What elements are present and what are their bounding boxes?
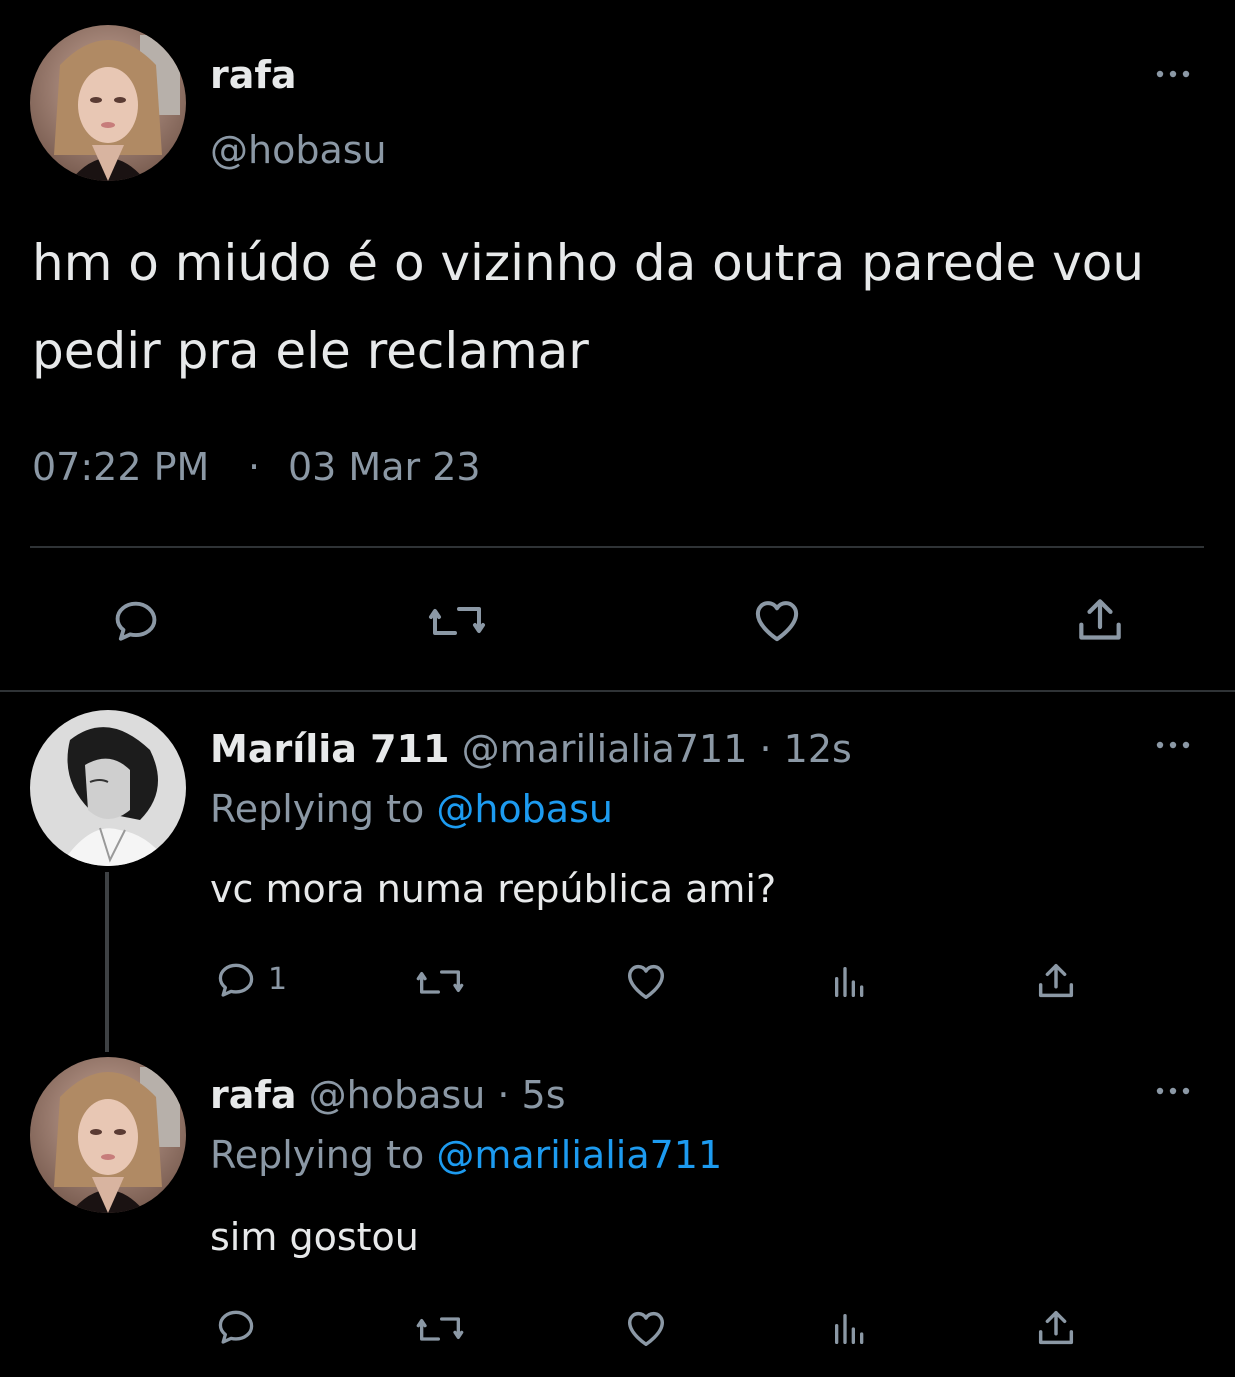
analytics-icon[interactable]: [828, 962, 872, 1002]
main-tweet-date[interactable]: 03 Mar 23: [288, 442, 481, 492]
main-tweet-separator: ·: [248, 445, 261, 489]
analytics-icon[interactable]: [828, 1309, 872, 1349]
reply-2-text: sim gostou: [210, 1215, 419, 1259]
main-tweet-time[interactable]: 07:22 PM: [32, 442, 209, 492]
avatar-photo-rafa: [30, 25, 186, 181]
like-icon[interactable]: [748, 593, 806, 647]
avatar-photo-marilia: [30, 710, 186, 866]
reply-2-more-options-icon[interactable]: [1153, 1079, 1193, 1103]
retweet-icon[interactable]: [425, 597, 489, 645]
reply-2-time[interactable]: · 5s: [497, 1073, 565, 1117]
reply-icon[interactable]: [213, 958, 259, 1002]
retweet-icon[interactable]: [412, 1309, 468, 1349]
avatar-photo-rafa: [30, 1057, 186, 1213]
section-divider: [0, 690, 1235, 692]
reply-1-avatar[interactable]: [30, 710, 186, 866]
tweet-thread-screen: { "main_tweet": { "display_name": "rafa"…: [0, 0, 1235, 1377]
main-tweet-display-name[interactable]: rafa: [210, 50, 297, 100]
like-icon[interactable]: [622, 1305, 670, 1351]
reply-1-replying-prefix: Replying to: [210, 787, 425, 831]
main-tweet-handle[interactable]: @hobasu: [210, 125, 387, 175]
reply-2-replying-prefix: Replying to: [210, 1133, 425, 1177]
reply-2-display-name[interactable]: rafa: [210, 1073, 297, 1117]
reply-2-replying-to: Replying to @marilialia711: [210, 1130, 722, 1180]
reply-2-handle[interactable]: @hobasu: [309, 1073, 486, 1117]
reply-1-reply-count: 1: [268, 962, 288, 997]
thread-connector-line: [105, 872, 109, 1052]
reply-1-replying-handle[interactable]: @hobasu: [436, 787, 613, 831]
reply-1-header: Marília 711 @marilialia711 · 12s: [210, 724, 852, 774]
more-options-icon[interactable]: [1153, 62, 1193, 86]
share-icon[interactable]: [1033, 958, 1079, 1004]
main-tweet-avatar[interactable]: [30, 25, 186, 181]
reply-1-replying-to: Replying to @hobasu: [210, 784, 613, 834]
reply-1-time[interactable]: · 12s: [759, 727, 851, 771]
share-icon[interactable]: [1033, 1305, 1079, 1351]
reply-1-display-name[interactable]: Marília 711: [210, 727, 449, 771]
main-tweet-text-line-2: pedir pra ele reclamar: [32, 322, 589, 380]
main-tweet-text-line-1: hm o miúdo é o vizinho da outra parede v…: [32, 234, 1145, 292]
reply-1-text: vc mora numa república ami?: [210, 867, 777, 911]
share-icon[interactable]: [1072, 592, 1128, 648]
reply-1-more-options-icon[interactable]: [1153, 733, 1193, 757]
reply-2-replying-handle[interactable]: @marilialia711: [436, 1133, 722, 1177]
reply-1-handle[interactable]: @marilialia711: [462, 727, 748, 771]
reply-2-header: rafa @hobasu · 5s: [210, 1070, 566, 1120]
main-tweet-divider: [30, 546, 1204, 548]
reply-icon[interactable]: [213, 1305, 259, 1349]
reply-icon[interactable]: [108, 595, 164, 647]
reply-2-avatar[interactable]: [30, 1057, 186, 1213]
retweet-icon[interactable]: [412, 962, 468, 1002]
like-icon[interactable]: [622, 958, 670, 1004]
